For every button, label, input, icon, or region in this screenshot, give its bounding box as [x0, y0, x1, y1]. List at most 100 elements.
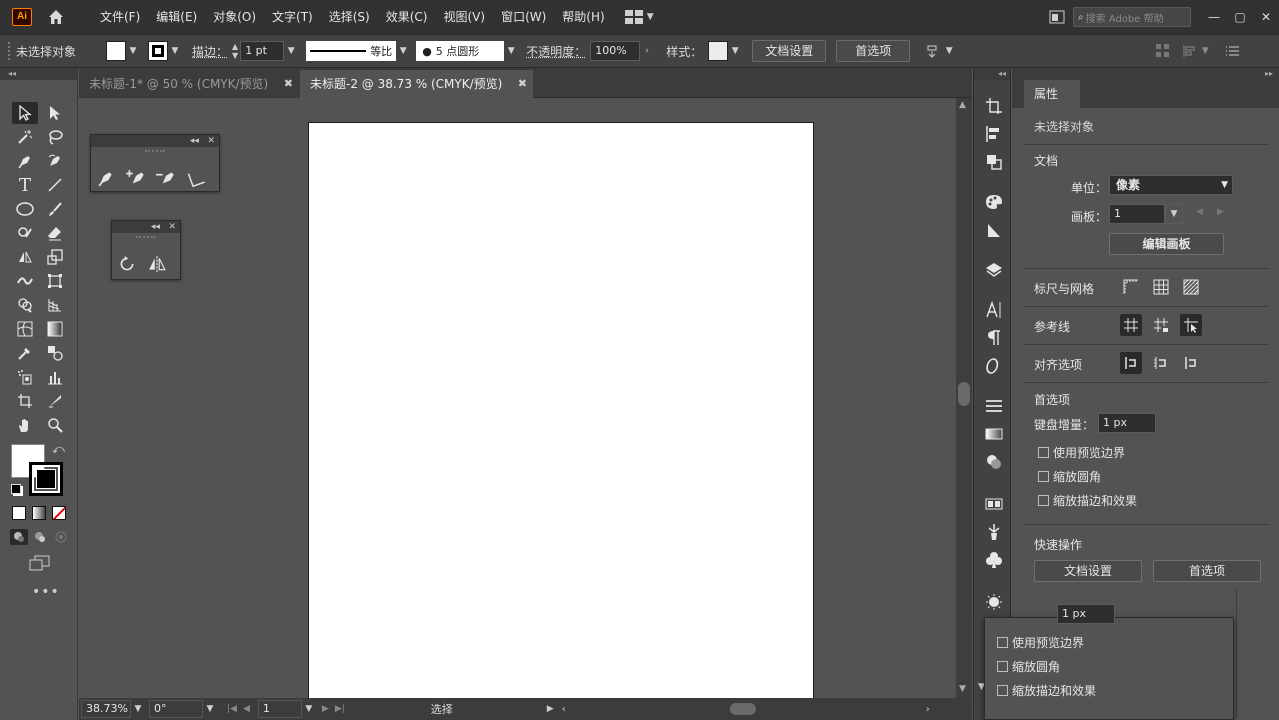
stroke-dropdown[interactable]: ▼	[168, 41, 182, 61]
scroll-down-arrow[interactable]: ▼	[959, 684, 966, 694]
menu-window[interactable]: 窗口(W)	[493, 0, 554, 34]
checkbox-box[interactable]	[997, 661, 1008, 672]
flyout-grip[interactable]	[145, 150, 165, 156]
line-tool[interactable]	[42, 174, 68, 196]
popup-scale-corners[interactable]: 缩放圆角	[997, 658, 1060, 675]
preferences-button[interactable]: 首选项	[836, 40, 911, 62]
vertical-scrollbar[interactable]: ▲ ▼	[956, 98, 972, 698]
snap-to-point-button[interactable]	[1120, 352, 1142, 374]
direct-selection-tool[interactable]	[42, 102, 68, 124]
tab-document-2[interactable]: 未标题-2 @ 38.73 % (CMYK/预览) ✖	[300, 70, 533, 98]
prev-artboard-button[interactable]: ◀	[243, 704, 250, 714]
brush-dropdown[interactable]: ▼	[504, 41, 518, 61]
style-dropdown[interactable]: ▼	[728, 41, 742, 61]
type-tool[interactable]: T	[12, 174, 38, 196]
quick-preferences-button[interactable]: 首选项	[1153, 560, 1261, 582]
eyedropper-tool[interactable]	[12, 342, 38, 364]
more-tools-icon[interactable]: •••	[32, 584, 60, 600]
checkbox-box[interactable]	[1038, 447, 1049, 458]
swap-colors-icon[interactable]: ⤺	[52, 442, 65, 457]
style-swatch[interactable]	[708, 41, 729, 61]
gradient-mode-button[interactable]	[32, 506, 46, 520]
ellipse-tool[interactable]	[12, 198, 38, 220]
hand-tool[interactable]	[12, 414, 38, 436]
delete-anchor-icon[interactable]	[155, 169, 177, 187]
slice-tool[interactable]	[42, 390, 68, 412]
lock-guides-button[interactable]	[1150, 314, 1172, 336]
collapse-icon[interactable]: ◂◂	[190, 136, 199, 146]
snap-to-glyph-button[interactable]	[1180, 352, 1202, 374]
paintbrush-tool[interactable]	[42, 198, 68, 220]
popup-use-preview-bounds[interactable]: 使用预览边界	[997, 634, 1084, 651]
menu-view[interactable]: 视图(V)	[435, 0, 493, 34]
stroke-swatch[interactable]	[148, 41, 169, 61]
variable-width-profile[interactable]: 等比	[306, 41, 397, 61]
artboard-number-field[interactable]: 1	[257, 700, 302, 718]
anchor-point-icon[interactable]	[187, 169, 205, 187]
artboard[interactable]	[308, 122, 814, 698]
menu-edit[interactable]: 编辑(E)	[148, 0, 205, 34]
gradient-tool[interactable]	[42, 318, 68, 340]
add-anchor-icon[interactable]	[125, 169, 147, 187]
checkbox-box[interactable]	[1038, 495, 1049, 506]
next-artboard-icon[interactable]: ▶	[1217, 207, 1224, 217]
shape-builder-tool[interactable]	[12, 294, 38, 316]
screen-mode-icon[interactable]	[29, 555, 51, 571]
status-arrow[interactable]: ▶	[547, 704, 554, 714]
gradient-panel-icon[interactable]	[984, 424, 1004, 444]
color-guide-icon[interactable]	[984, 220, 1004, 240]
profile-dropdown[interactable]: ▼	[396, 41, 410, 61]
swatches-panel-icon[interactable]	[984, 494, 1004, 514]
symbols-panel-icon[interactable]	[984, 550, 1004, 570]
default-colors-icon[interactable]	[11, 484, 21, 494]
color-mode-button[interactable]	[12, 506, 26, 520]
menu-effect[interactable]: 效果(C)	[378, 0, 436, 34]
opacity-arrow[interactable]: ›	[640, 41, 654, 61]
use-preview-bounds-checkbox[interactable]: 使用预览边界	[1038, 444, 1125, 461]
color-palette-icon[interactable]	[984, 192, 1004, 212]
selection-tool[interactable]	[12, 102, 38, 124]
close-tab-icon[interactable]: ✖	[518, 70, 527, 98]
zoom-dropdown[interactable]: ▼	[131, 699, 145, 719]
transparency-grid-button[interactable]	[1180, 276, 1202, 298]
strip-header[interactable]: ◂◂	[974, 68, 1010, 80]
distribute-dropdown[interactable]: ▼	[1198, 41, 1212, 61]
opacity-input[interactable]: 100%	[590, 41, 641, 61]
hscroll-right-arrow[interactable]: ›	[926, 704, 930, 715]
shaper-tool[interactable]	[12, 222, 38, 244]
close-icon[interactable]: ✕	[168, 222, 176, 232]
flyout-header[interactable]: ◂◂ ✕	[91, 135, 219, 147]
rotation-dropdown[interactable]: ▼	[203, 699, 217, 719]
align-panel-icon[interactable]	[984, 124, 1004, 144]
pen-icon[interactable]	[97, 169, 115, 187]
stroke-weight-input[interactable]: 1 pt	[240, 41, 285, 61]
scale-strokes-checkbox[interactable]: 缩放描边和效果	[1038, 492, 1137, 509]
stroke-label[interactable]: 描边：	[192, 43, 228, 60]
none-mode-button[interactable]	[52, 506, 66, 520]
hamburger-menu-icon[interactable]	[1226, 45, 1240, 57]
lasso-tool[interactable]	[42, 126, 68, 148]
column-graph-tool[interactable]	[42, 366, 68, 388]
fill-dropdown[interactable]: ▼	[126, 41, 140, 61]
distribute-icon[interactable]	[1182, 44, 1198, 58]
appearance-panel-icon[interactable]	[984, 592, 1004, 612]
width-tool[interactable]	[12, 270, 38, 292]
panel-icon[interactable]	[1049, 10, 1065, 24]
minimize-button[interactable]: —	[1201, 7, 1227, 27]
checkbox-box[interactable]	[997, 685, 1008, 696]
edit-artboards-button[interactable]: 编辑画板	[1109, 233, 1224, 255]
close-button[interactable]: ✕	[1253, 7, 1279, 27]
horizontal-scroll-thumb[interactable]	[729, 703, 756, 715]
smart-guides-button[interactable]	[1180, 314, 1202, 336]
next-artboard-button[interactable]: ▶	[322, 704, 329, 714]
first-artboard-button[interactable]: |◀	[227, 704, 237, 714]
hscroll-left-arrow[interactable]: ‹	[562, 704, 566, 715]
reflect-icon[interactable]	[148, 255, 166, 273]
artboards-panel-icon[interactable]	[984, 96, 1004, 116]
curvature-tool[interactable]	[42, 150, 68, 172]
snap-to-pixel-button[interactable]	[1150, 352, 1172, 374]
maximize-button[interactable]: ▢	[1227, 7, 1253, 27]
blend-tool[interactable]	[42, 342, 68, 364]
opacity-label[interactable]: 不透明度：	[526, 43, 586, 60]
character-panel-icon[interactable]	[984, 300, 1004, 320]
